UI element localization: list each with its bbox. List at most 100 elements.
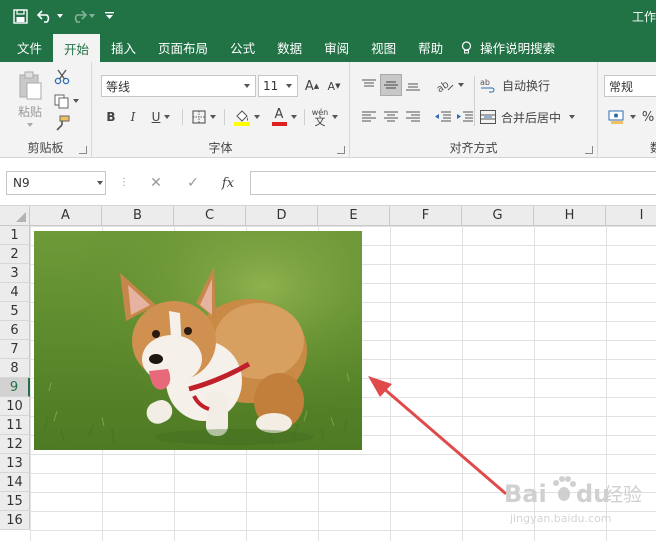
column-header-d[interactable]: D (246, 206, 318, 226)
column-header-a[interactable]: A (30, 206, 102, 226)
font-size-value: 11 (263, 79, 279, 93)
wrap-text-button[interactable]: ab 自动换行 (480, 74, 590, 96)
column-header-c[interactable]: C (174, 206, 246, 226)
row-header-15[interactable]: 15 (0, 492, 30, 511)
row-header-9[interactable]: 9 (0, 378, 30, 397)
merge-center-button[interactable]: 合并后居中 (480, 106, 590, 128)
row-header-16[interactable]: 16 (0, 511, 30, 530)
clipboard-launcher-icon[interactable] (79, 146, 87, 154)
merge-center-icon (480, 110, 496, 124)
row-header-14[interactable]: 14 (0, 473, 30, 492)
corgi-puppy-photo[interactable] (34, 231, 362, 450)
redo-icon[interactable] (66, 0, 98, 32)
borders-button[interactable] (188, 107, 220, 127)
ribbon-tabs: 文件 开始 插入 页面布局 公式 数据 审阅 视图 帮助 操作说明搜索 (0, 32, 656, 62)
paw-icon (553, 476, 576, 501)
enter-check-icon[interactable]: ✓ (182, 172, 204, 194)
undo-icon[interactable] (34, 0, 66, 32)
tab-data[interactable]: 数据 (266, 32, 313, 62)
align-top-icon[interactable] (358, 74, 380, 96)
column-header-f[interactable]: F (390, 206, 462, 226)
percent-button[interactable]: % (640, 106, 656, 128)
tab-file[interactable]: 文件 (0, 32, 53, 62)
row-header-13[interactable]: 13 (0, 454, 30, 473)
grow-font-icon: A (304, 78, 314, 94)
formula-bar-grip-icon[interactable]: ⋮ (119, 177, 129, 188)
copy-icon[interactable] (50, 92, 82, 110)
shrink-font-button[interactable]: A ▼ (324, 76, 344, 96)
merge-center-label: 合并后居中 (501, 110, 562, 125)
row-header-5[interactable]: 5 (0, 302, 30, 321)
row-header-8[interactable]: 8 (0, 359, 30, 378)
row-header-12[interactable]: 12 (0, 435, 30, 454)
number-format-select[interactable]: 常规 (604, 75, 656, 97)
column-header-g[interactable]: G (462, 206, 534, 226)
quick-access-toolbar (0, 0, 120, 32)
font-size-select[interactable]: 11 (258, 75, 298, 97)
tab-insert[interactable]: 插入 (100, 32, 147, 62)
row-header-3[interactable]: 3 (0, 264, 30, 283)
font-name-select[interactable]: 等线 (101, 75, 256, 97)
row-header-10[interactable]: 10 (0, 397, 30, 416)
tab-formulas[interactable]: 公式 (219, 32, 266, 62)
column-header-b[interactable]: B (102, 206, 174, 226)
save-icon[interactable] (0, 0, 34, 32)
decrease-indent-icon[interactable] (432, 106, 454, 128)
tab-view[interactable]: 视图 (360, 32, 407, 62)
row-header-4[interactable]: 4 (0, 283, 30, 302)
row-header-6[interactable]: 6 (0, 321, 30, 340)
font-color-button[interactable]: A (267, 106, 301, 128)
clipboard-group-label: 剪贴板 (27, 141, 64, 155)
tab-home[interactable]: 开始 (53, 34, 101, 62)
tell-me-search[interactable]: 操作说明搜索 (454, 32, 566, 62)
customize-qat-icon[interactable] (98, 0, 120, 32)
cut-icon[interactable] (52, 68, 72, 86)
tab-review[interactable]: 审阅 (313, 32, 360, 62)
align-bottom-icon[interactable] (402, 74, 424, 96)
underline-button[interactable]: U (146, 107, 176, 127)
watermark-url: jingyan.baidu.com (509, 512, 612, 525)
row-header-1[interactable]: 1 (0, 226, 30, 245)
wrap-text-icon: ab (480, 78, 495, 93)
align-right-icon[interactable] (402, 106, 424, 128)
title-bar: 工作 (0, 0, 656, 32)
format-painter-icon[interactable] (52, 114, 72, 132)
row-header-11[interactable]: 11 (0, 416, 30, 435)
select-all-corner[interactable] (0, 206, 30, 226)
align-middle-icon[interactable] (380, 74, 402, 96)
cancel-icon[interactable]: ✕ (145, 172, 167, 194)
italic-button[interactable]: I (124, 107, 142, 127)
name-box[interactable]: N9 (6, 171, 106, 195)
fill-color-button[interactable] (230, 106, 264, 128)
tab-page-layout[interactable]: 页面布局 (147, 32, 219, 62)
group-font: 等线 11 A ▲ A ▼ B I U A wén 文 字体 (92, 62, 350, 158)
paste-button[interactable]: 粘贴 (12, 68, 48, 130)
alignment-launcher-icon[interactable] (585, 146, 593, 154)
borders-icon (192, 110, 206, 124)
font-launcher-icon[interactable] (337, 146, 345, 154)
column-header-h[interactable]: H (534, 206, 606, 226)
ribbon: 粘贴 剪贴板 等线 11 A ▲ A ▼ B I U A wén 文 字体 ab… (0, 62, 656, 158)
tab-help[interactable]: 帮助 (407, 32, 454, 62)
orientation-button[interactable]: ab (432, 74, 468, 96)
tell-me-label: 操作说明搜索 (480, 40, 556, 56)
watermark-brand: Bai (504, 480, 547, 508)
bold-button[interactable]: B (102, 107, 120, 127)
accounting-format-button[interactable] (604, 106, 640, 128)
phonetic-guide-button[interactable]: wén 文 (308, 106, 342, 128)
baidu-jingyan-watermark: Bai du 经验 jingyan.baidu.com (504, 476, 642, 525)
lightbulb-icon (462, 40, 472, 53)
formula-input[interactable] (250, 171, 656, 195)
insert-function-icon[interactable]: fx (217, 172, 239, 194)
column-header-e[interactable]: E (318, 206, 390, 226)
row-header-7[interactable]: 7 (0, 340, 30, 359)
row-header-2[interactable]: 2 (0, 245, 30, 264)
increase-indent-icon[interactable] (454, 106, 476, 128)
column-header-i[interactable]: I (606, 206, 656, 226)
align-left-icon[interactable] (358, 106, 380, 128)
font-group-label: 字体 (208, 141, 233, 155)
grow-font-button[interactable]: A ▲ (302, 76, 322, 96)
orientation-icon: ab (436, 79, 454, 92)
align-center-icon[interactable] (380, 106, 402, 128)
fill-bucket-icon (234, 110, 250, 126)
